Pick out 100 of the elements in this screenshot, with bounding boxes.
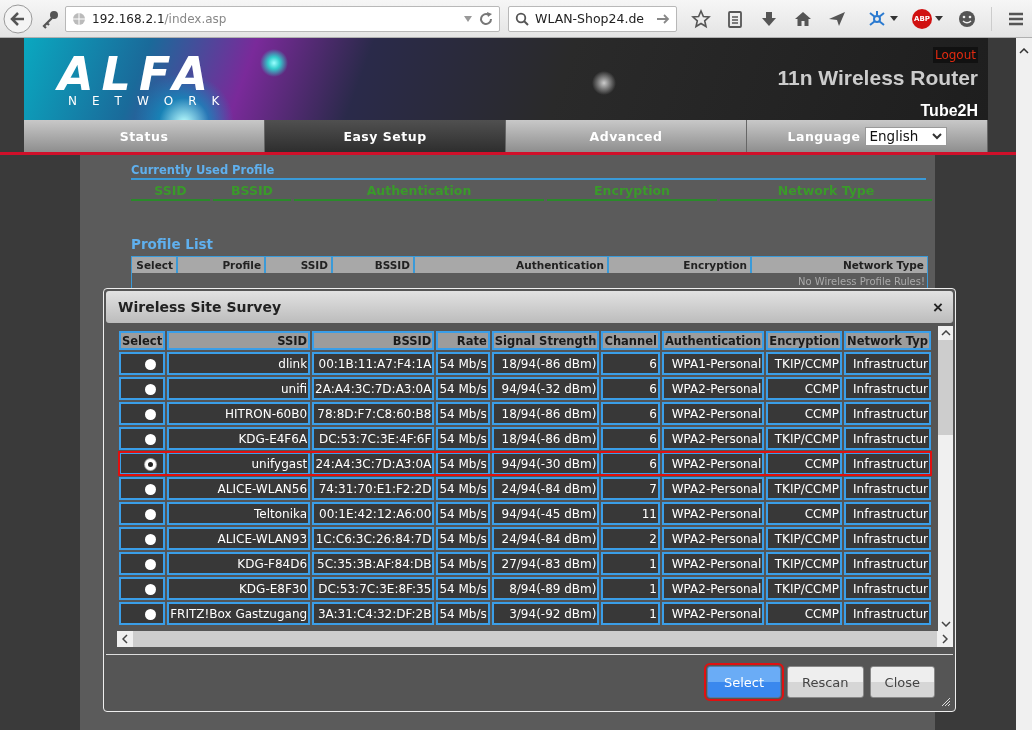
table-cell: 1C:C6:3C:26:84:7D [312, 527, 435, 550]
back-button[interactable] [3, 3, 33, 34]
table-cell: 54 Mb/s [436, 477, 490, 500]
table-cell: WPA2-Personal [661, 527, 765, 550]
table-cell: 54 Mb/s [436, 502, 490, 525]
column-header: BSSID [312, 331, 435, 350]
table-cell: DC:53:7C:3E:4F:6F [312, 427, 435, 450]
column-header: Rate [436, 331, 490, 350]
key-icon[interactable] [41, 8, 61, 29]
resize-grip-icon [941, 697, 951, 707]
column-header: Network Type [752, 257, 927, 273]
caret-icon [935, 15, 943, 22]
network-icon [867, 8, 887, 29]
star-icon[interactable] [691, 8, 711, 29]
table-cell: ALICE-WLAN93 [167, 527, 311, 550]
table-cell: CCMP [766, 502, 843, 525]
scroll-up-icon[interactable] [940, 330, 951, 336]
table-cell: WPA2-Personal [661, 502, 765, 525]
table-cell: TKIP/CCMP [766, 577, 843, 600]
radio-button[interactable] [145, 358, 157, 370]
dialog-button[interactable]: Close [869, 666, 935, 698]
table-cell: Infrastructur [844, 427, 932, 450]
table-cell: 1 [601, 602, 660, 625]
smiley-icon[interactable] [957, 8, 977, 29]
table-cell: 24/94(-84 dBm) [491, 527, 600, 550]
table-cell: 78:8D:F7:C8:60:B8 [312, 402, 435, 425]
arrow-right-icon[interactable] [656, 12, 670, 25]
table-cell: TKIP/CCMP [766, 527, 843, 550]
search-field[interactable]: WLAN-Shop24.de [508, 5, 677, 32]
scroll-thumb[interactable] [938, 340, 953, 435]
column-header: Select [132, 257, 176, 273]
table-cell: Infrastructur [844, 502, 932, 525]
radio-button[interactable] [145, 558, 157, 570]
section-title: Currently Used Profile [131, 163, 926, 180]
radio-button[interactable] [145, 583, 157, 595]
radio-button[interactable] [145, 483, 157, 495]
table-cell: 54 Mb/s [436, 527, 490, 550]
table-cell: 6 [601, 377, 660, 400]
dropdown-icon[interactable] [463, 14, 474, 23]
table-cell: WPA1-Personal [661, 352, 765, 375]
table-cell: 94/94(-30 dBm) [491, 452, 600, 475]
table-cell: CCMP [766, 377, 843, 400]
radio-button[interactable] [145, 383, 157, 395]
radio-button[interactable] [145, 458, 157, 470]
column-header: Network Typ [844, 331, 932, 350]
reload-icon[interactable] [479, 11, 494, 26]
column-header: Encryption [547, 183, 717, 201]
radio-button[interactable] [145, 533, 157, 545]
scroll-down-icon[interactable] [940, 621, 951, 627]
page-scrollbar[interactable] [1016, 38, 1032, 730]
table-cell: Infrastructur [844, 527, 932, 550]
clipboard-icon[interactable] [725, 8, 745, 29]
column-header: SSID [266, 257, 331, 273]
close-button[interactable]: × [933, 298, 943, 316]
column-header: Select [119, 331, 166, 350]
radio-button[interactable] [145, 608, 157, 620]
search-text: WLAN-Shop24.de [535, 11, 644, 26]
table-cell: 27/94(-83 dBm) [491, 552, 600, 575]
table-cell: 8/94(-89 dBm) [491, 577, 600, 600]
radio-button[interactable] [145, 408, 157, 420]
radio-button[interactable] [145, 508, 157, 520]
dialog-button[interactable]: Select [706, 666, 781, 698]
table-cell: WPA2-Personal [661, 427, 765, 450]
table-cell: TKIP/CCMP [766, 552, 843, 575]
table-cell: WPA2-Personal [661, 452, 765, 475]
table-cell: 54 Mb/s [436, 452, 490, 475]
chevron-down-icon [931, 132, 942, 140]
table-cell: 00:1E:42:12:A6:00 [312, 502, 435, 525]
logout-link[interactable]: Logout [932, 47, 978, 63]
scroll-right-icon[interactable] [942, 634, 948, 644]
table-cell: 1 [601, 552, 660, 575]
table-cell: 7 [601, 477, 660, 500]
table-cell: CCMP [766, 452, 843, 475]
table-cell: 11 [601, 502, 660, 525]
address-field[interactable]: 192.168.2.1/index.asp [65, 5, 501, 32]
search-icon [515, 11, 530, 26]
table-cell: Infrastructur [844, 377, 932, 400]
table-cell: 6 [601, 427, 660, 450]
table-cell: KDG-F84D6 [167, 552, 311, 575]
language-select[interactable]: English [864, 126, 947, 146]
nav-tab[interactable]: Easy Setup [265, 120, 506, 152]
radio-button[interactable] [145, 433, 157, 445]
scroll-up-icon[interactable] [1019, 48, 1029, 54]
scroll-left-icon[interactable] [122, 634, 128, 644]
table-cell: 24:A4:3C:7D:A3:0A [312, 452, 435, 475]
dialog-button[interactable]: Rescan [787, 666, 864, 698]
table-cell: 18/94(-86 dBm) [491, 427, 600, 450]
table-cell: 54 Mb/s [436, 577, 490, 600]
table-cell: WPA2-Personal [661, 377, 765, 400]
table-cell: 6 [601, 352, 660, 375]
caret-icon [890, 15, 898, 22]
vertical-scrollbar[interactable] [938, 326, 953, 631]
product-title: 11n Wireless Router [777, 66, 978, 90]
table-cell: unifi [167, 377, 311, 400]
table-cell: dlink [167, 352, 311, 375]
table-cell: 74:31:70:E1:F2:2D [312, 477, 435, 500]
table-cell: 6 [601, 402, 660, 425]
table-cell: 3A:31:C4:32:DF:2B [312, 602, 435, 625]
model-name: Tube2H [920, 102, 978, 120]
table-cell: 54 Mb/s [436, 427, 490, 450]
